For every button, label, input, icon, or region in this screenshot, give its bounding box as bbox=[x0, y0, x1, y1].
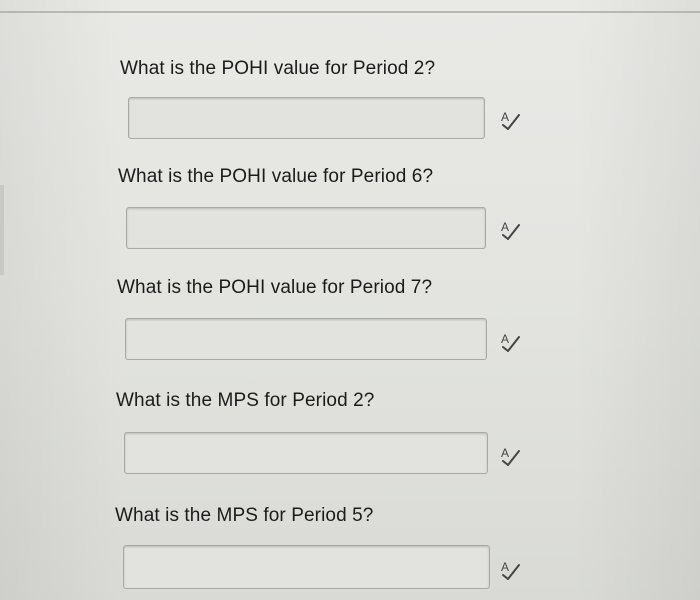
quiz-form: What is the POHI value for Period 2? A W… bbox=[0, 0, 700, 600]
svg-text:A: A bbox=[501, 220, 509, 234]
answer-input-2[interactable] bbox=[126, 207, 486, 249]
svg-text:A: A bbox=[501, 446, 509, 460]
answer-input-5[interactable] bbox=[123, 545, 490, 589]
spellcheck-icon[interactable]: A bbox=[500, 445, 522, 467]
spellcheck-icon[interactable]: A bbox=[500, 331, 522, 353]
question-label-2: What is the POHI value for Period 6? bbox=[118, 166, 434, 187]
answer-input-4[interactable] bbox=[124, 432, 488, 474]
question-label-4: What is the MPS for Period 2? bbox=[116, 390, 375, 411]
spellcheck-icon[interactable]: A bbox=[500, 109, 522, 131]
question-label-3: What is the POHI value for Period 7? bbox=[117, 277, 433, 298]
question-label-1: What is the POHI value for Period 2? bbox=[120, 58, 436, 79]
top-divider bbox=[0, 11, 700, 13]
spellcheck-icon[interactable]: A bbox=[500, 559, 522, 581]
left-edge-panel bbox=[0, 185, 4, 275]
svg-text:A: A bbox=[501, 332, 509, 346]
answer-input-3[interactable] bbox=[125, 318, 487, 360]
svg-text:A: A bbox=[501, 110, 509, 124]
answer-input-1[interactable] bbox=[128, 97, 485, 139]
svg-text:A: A bbox=[501, 560, 509, 574]
spellcheck-icon[interactable]: A bbox=[500, 219, 522, 241]
question-label-5: What is the MPS for Period 5? bbox=[115, 505, 374, 526]
